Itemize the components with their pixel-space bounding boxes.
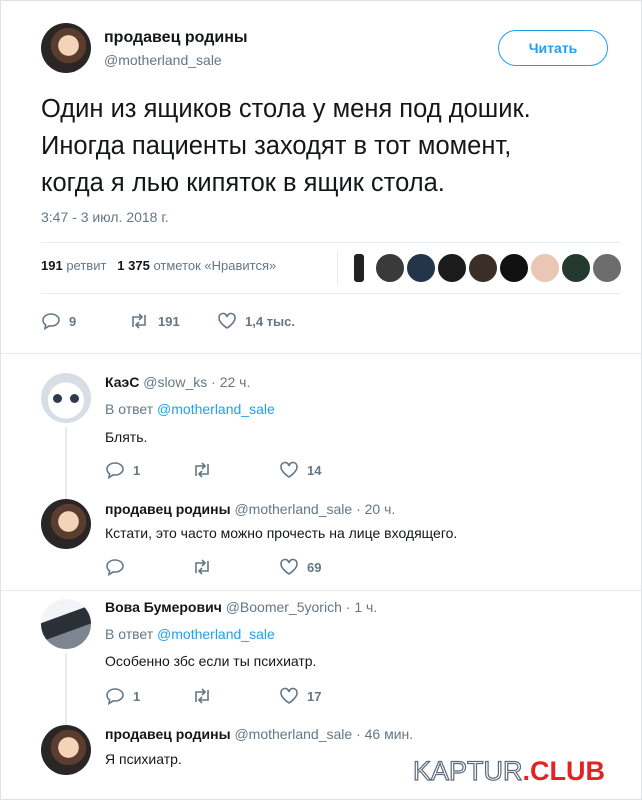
divider xyxy=(1,590,641,591)
reply-to: В ответ @motherland_sale xyxy=(105,626,275,642)
likes-count[interactable]: 1 375 xyxy=(117,258,150,273)
reply-meta: КаэС @slow_ks · 22 ч. xyxy=(105,374,250,390)
liker-avatar[interactable] xyxy=(592,253,622,283)
reply-time[interactable]: · 22 ч. xyxy=(211,374,250,390)
reply-name[interactable]: продавец родины xyxy=(105,501,231,517)
retweet-icon xyxy=(195,688,209,704)
tweet-card: продавец родины @motherland_sale Читать … xyxy=(0,0,642,800)
avatar-eye xyxy=(70,394,79,403)
reply-name[interactable]: Вова Бумерович xyxy=(105,599,222,615)
reply-time[interactable]: · 1 ч. xyxy=(346,599,377,615)
reply-to-link[interactable]: @motherland_sale xyxy=(157,401,275,417)
author-name[interactable]: продавец родины xyxy=(104,29,248,47)
author-handle[interactable]: @motherland_sale xyxy=(104,52,222,68)
reply-count: 9 xyxy=(69,313,77,329)
reply-meta: продавец родины @motherland_sale · 20 ч. xyxy=(105,501,395,517)
reply-meta: продавец родины @motherland_sale · 46 ми… xyxy=(105,726,413,742)
retweet-count: 191 xyxy=(158,313,180,329)
engagement-stats: 191 ретвит 1 375 отметок «Нравится» xyxy=(41,258,276,273)
retweet-icon xyxy=(132,313,146,329)
reply-text: Я психиатр. xyxy=(105,751,182,767)
retweet-action[interactable] xyxy=(191,687,213,705)
heart-icon xyxy=(218,312,236,329)
reply-action[interactable] xyxy=(105,558,125,576)
retweet-action[interactable] xyxy=(191,461,213,479)
reply-avatar[interactable] xyxy=(41,599,91,649)
reply-handle[interactable]: @motherland_sale xyxy=(234,501,352,517)
liker-avatar[interactable] xyxy=(437,253,467,283)
retweets-label[interactable]: ретвит xyxy=(66,258,106,273)
tweet-line: Иногда пациенты заходят в тот момент, xyxy=(41,132,512,160)
reply-to-link[interactable]: @motherland_sale xyxy=(157,626,275,642)
liker-avatar[interactable] xyxy=(406,253,436,283)
reply-text: Кстати, это часто можно прочесть на лице… xyxy=(105,525,458,541)
watermark-part: KAPTUR xyxy=(412,755,523,786)
tweet-line: Один из ящиков стола у меня под дошик. xyxy=(41,95,531,123)
divider xyxy=(1,353,641,354)
divider xyxy=(41,242,621,243)
reply-meta: Вова Бумерович @Boomer_5yorich · 1 ч. xyxy=(105,599,377,615)
stats-separator xyxy=(337,250,338,286)
retweet-icon xyxy=(195,559,209,575)
reply-icon xyxy=(106,462,124,479)
reply-time[interactable]: · 20 ч. xyxy=(356,501,395,517)
liker-avatar[interactable] xyxy=(468,253,498,283)
reply-text: Особенно збс если ты психиатр. xyxy=(105,653,317,669)
reply-count: 1 xyxy=(133,462,141,478)
reply-avatar[interactable] xyxy=(41,373,91,423)
heart-icon xyxy=(280,687,298,704)
thread-line xyxy=(65,653,67,725)
reply-name[interactable]: продавец родины xyxy=(105,726,231,742)
follow-button[interactable]: Читать xyxy=(498,30,608,66)
like-action[interactable]: 1,4 тыс. xyxy=(217,312,295,330)
liker-avatar[interactable] xyxy=(499,253,529,283)
liker-avatar[interactable] xyxy=(530,253,560,283)
like-count: 17 xyxy=(307,688,322,704)
reply-avatar[interactable] xyxy=(41,725,91,775)
reply-count: 1 xyxy=(133,688,141,704)
retweet-icon xyxy=(195,462,209,478)
thread-line xyxy=(65,427,67,499)
like-action[interactable]: 69 xyxy=(279,558,321,576)
divider xyxy=(41,293,621,294)
like-count: 14 xyxy=(307,462,322,478)
reply-handle[interactable]: @motherland_sale xyxy=(234,726,352,742)
reply-icon xyxy=(106,688,124,705)
reply-action[interactable]: 1 xyxy=(105,687,140,705)
retweet-action[interactable] xyxy=(191,558,213,576)
tweet-text: Один из ящиков стола у меня под дошик. И… xyxy=(41,91,621,202)
reply-to: В ответ @motherland_sale xyxy=(105,401,275,417)
reply-handle[interactable]: @slow_ks xyxy=(143,374,207,390)
heart-icon xyxy=(280,558,298,575)
liker-avatar[interactable] xyxy=(353,253,365,283)
like-count: 1,4 тыс. xyxy=(245,313,295,329)
retweets-count[interactable]: 191 xyxy=(41,258,63,273)
avatar-eye xyxy=(53,394,62,403)
reply-prefix: В ответ xyxy=(105,401,154,417)
liker-avatar[interactable] xyxy=(375,253,405,283)
reply-action[interactable]: 1 xyxy=(105,461,140,479)
watermark-part: .CLUB xyxy=(522,756,606,786)
tweet-line: когда я лью кипяток в ящик стола. xyxy=(41,169,445,197)
reply-text: Блять. xyxy=(105,429,148,445)
likes-label[interactable]: отметок «Нравится» xyxy=(153,258,276,273)
reply-action[interactable]: 9 xyxy=(41,312,76,330)
reply-handle[interactable]: @Boomer_5yorich xyxy=(226,599,342,615)
heart-icon xyxy=(280,461,298,478)
tweet-timestamp[interactable]: 3:47 - 3 июл. 2018 г. xyxy=(41,209,169,225)
reply-avatar[interactable] xyxy=(41,499,91,549)
liker-avatar[interactable] xyxy=(561,253,591,283)
reply-icon xyxy=(106,559,124,576)
like-count: 69 xyxy=(307,559,322,575)
like-action[interactable]: 14 xyxy=(279,461,321,479)
author-avatar[interactable] xyxy=(41,23,91,73)
reply-icon xyxy=(42,313,60,330)
retweet-action[interactable]: 191 xyxy=(128,312,180,330)
reply-prefix: В ответ xyxy=(105,626,154,642)
like-action[interactable]: 17 xyxy=(279,687,321,705)
reply-name[interactable]: КаэС xyxy=(105,374,139,390)
reply-time[interactable]: · 46 мин. xyxy=(356,726,413,742)
site-watermark: KAPTUR.CLUB xyxy=(412,755,606,787)
